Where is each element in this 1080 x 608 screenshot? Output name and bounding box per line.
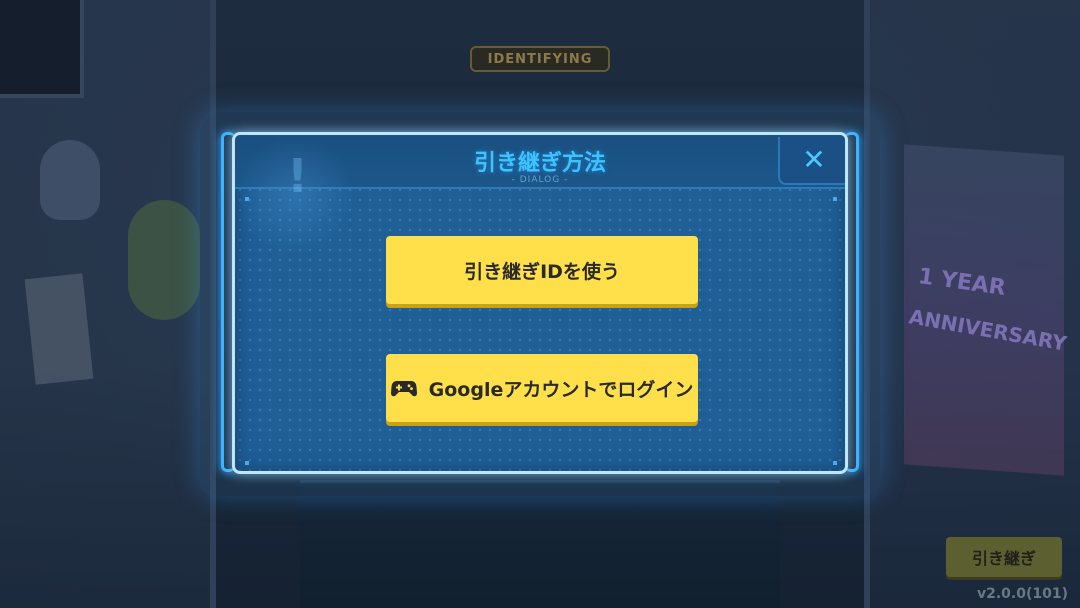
google-login-button[interactable]: Googleアカウントでログイン xyxy=(386,354,698,422)
use-transfer-id-button[interactable]: 引き継ぎIDを使う xyxy=(386,236,698,304)
google-login-label: Googleアカウントでログイン xyxy=(428,378,694,401)
transfer-button-label: 引き継ぎ xyxy=(971,549,1036,568)
use-transfer-id-label: 引き継ぎIDを使う xyxy=(464,260,620,283)
transfer-button[interactable]: 引き継ぎ xyxy=(946,537,1062,577)
dialog-title: 引き継ぎ方法 xyxy=(473,151,606,176)
gamepad-icon xyxy=(390,381,417,397)
background-identifying-sign: IDENTIFYING xyxy=(470,46,610,72)
dialog-header: ! 引き継ぎ方法 - DIALOG - ✕ xyxy=(235,135,845,255)
background-paper-note xyxy=(24,273,94,385)
background-character-sticker xyxy=(40,140,100,220)
corner-dot xyxy=(833,461,837,465)
dialog-subtitle: - DIALOG - xyxy=(511,175,569,185)
background-rabbit-sticker xyxy=(128,200,200,320)
corner-dot xyxy=(245,197,249,201)
background-monitor xyxy=(0,0,84,98)
corner-dot xyxy=(833,197,837,201)
corner-dot xyxy=(245,461,249,465)
background-cables xyxy=(300,480,780,608)
transfer-method-dialog: ! 引き継ぎ方法 - DIALOG - ✕ 引き継ぎIDを使う Googleアカ… xyxy=(232,132,848,474)
version-label: v2.0.0(101) xyxy=(976,586,1068,602)
close-button[interactable]: ✕ xyxy=(778,137,845,185)
close-icon: ✕ xyxy=(802,143,826,176)
